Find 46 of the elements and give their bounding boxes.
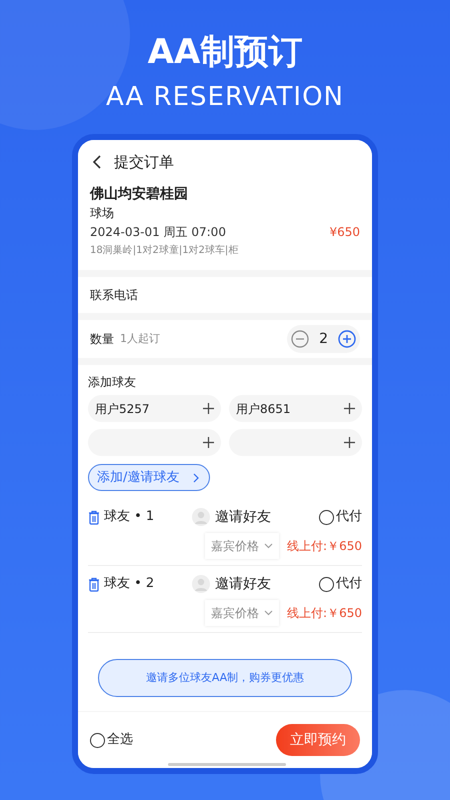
quantity-value: 2 [319, 330, 328, 348]
headline: AA制预订 [148, 31, 302, 74]
pay-label: 代付 [336, 575, 362, 594]
select-all-label: 全选 [107, 731, 133, 750]
pay-radio[interactable] [319, 576, 334, 592]
invite-friends-button[interactable]: 添加/邀请球友 [88, 464, 210, 491]
trash-icon[interactable] [88, 510, 100, 524]
add-friends-label: 添加球友 [88, 374, 137, 391]
tee-time: 2024-03-01 周五 07:00 [90, 224, 226, 241]
select-all-radio[interactable] [90, 732, 105, 748]
chevron-down-icon [264, 610, 274, 616]
online-price: 线上付:￥650 [287, 538, 362, 555]
pay-label: 代付 [336, 508, 362, 526]
venue-name: 佛山均安碧桂园 [90, 184, 189, 204]
venue-type: 球场 [90, 205, 115, 222]
price-dropdown[interactable]: 嘉宾价格 [205, 600, 280, 626]
plus-icon [344, 403, 355, 414]
page-title: 提交订单 [114, 152, 174, 173]
plus-icon [203, 437, 214, 448]
promo-banner[interactable]: 邀请多位球友AA制，购券更优惠 [98, 659, 352, 697]
player-label: 球友 • 1 [104, 508, 156, 526]
minus-icon[interactable] [291, 330, 310, 348]
online-price: 线上付:￥650 [287, 605, 362, 622]
plus-icon[interactable] [338, 330, 356, 348]
trash-icon[interactable] [88, 576, 100, 592]
friend-slot[interactable]: 用户5257 [88, 395, 221, 422]
chevron-down-icon [264, 543, 274, 549]
quantity-label: 数量 [90, 331, 114, 348]
pay-radio[interactable] [319, 510, 334, 524]
subheadline: AA RESERVATION [106, 81, 344, 114]
avatar-icon [192, 575, 210, 593]
price-dropdown[interactable]: 嘉宾价格 [205, 533, 280, 559]
book-now-button[interactable]: 立即预约 [276, 724, 360, 756]
avatar-icon [192, 508, 210, 526]
invite-friend-link[interactable]: 邀请好友 [215, 506, 319, 528]
chevron-icon [193, 472, 200, 482]
price: ¥650 [329, 224, 360, 241]
venue-details: 18洞巢岭|1对2球童|1对2球车|柜 [90, 244, 240, 258]
player-label: 球友 • 2 [104, 575, 156, 594]
friend-slot[interactable]: 用户8651 [229, 395, 362, 422]
plus-icon [203, 403, 214, 414]
invite-friend-link[interactable]: 邀请好友 [215, 574, 319, 594]
plus-icon [344, 437, 355, 448]
back-icon[interactable] [92, 155, 102, 169]
contact-label: 联系电话 [90, 287, 138, 304]
quantity-hint: 1人起订 [120, 330, 160, 347]
